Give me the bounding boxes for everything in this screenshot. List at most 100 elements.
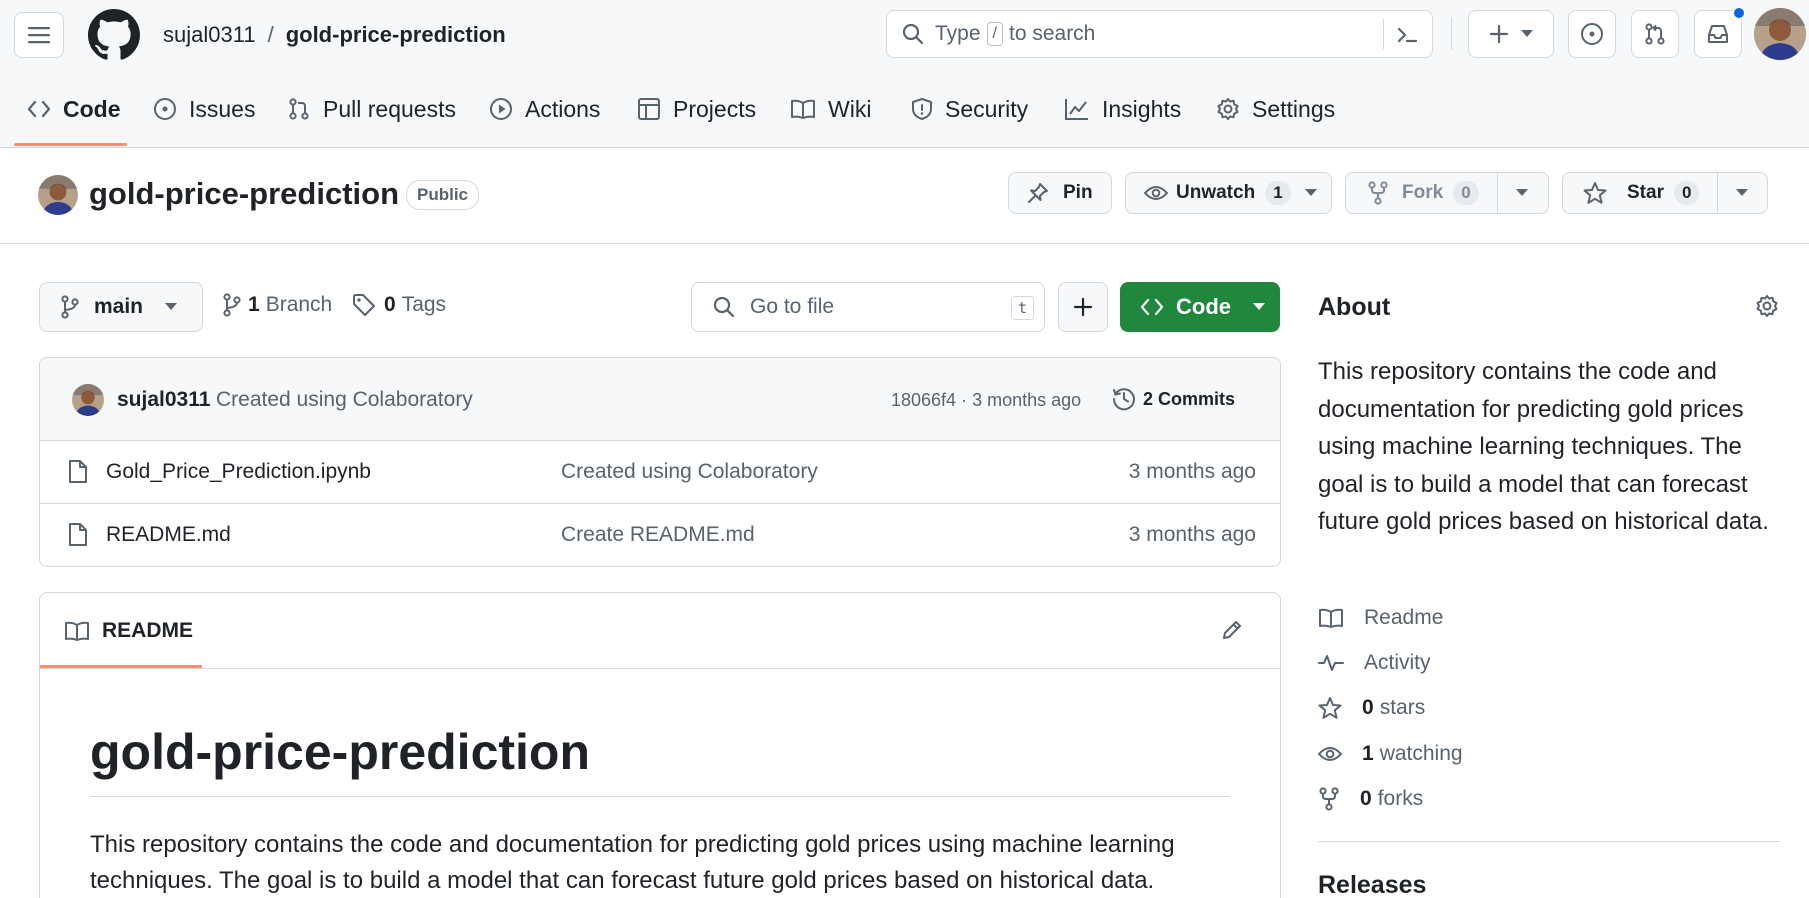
tab-code[interactable]: Code (27, 92, 121, 126)
watch-count: 1 (1265, 181, 1291, 205)
tab-settings-label: Settings (1252, 95, 1336, 122)
tag-label: Tags (401, 293, 447, 316)
commit-time: 3 months ago (972, 390, 1082, 410)
user-avatar[interactable] (1754, 8, 1806, 60)
file-time: 3 months ago (1128, 523, 1256, 546)
about-forks-label: forks (1377, 787, 1424, 810)
menu-button[interactable] (14, 12, 64, 58)
repo-owner-avatar[interactable] (38, 175, 78, 215)
avatar-icon (38, 175, 78, 215)
plus-icon (1489, 24, 1509, 44)
search-prefix: Type (935, 22, 981, 45)
file-commit-message[interactable]: Create README.md (561, 523, 755, 547)
notification-dot (1732, 6, 1746, 20)
star-icon (1318, 697, 1342, 719)
add-file-button[interactable] (1058, 282, 1108, 332)
inbox-button[interactable] (1694, 6, 1746, 58)
branches-link[interactable]: 1 Branch (222, 293, 332, 317)
commit-author-avatar[interactable] (72, 384, 104, 416)
tab-projects[interactable]: Projects (637, 92, 756, 126)
github-logo[interactable] (88, 9, 140, 61)
breadcrumb-owner[interactable]: sujal0311 (163, 22, 256, 48)
file-row[interactable]: README.md Create README.md 3 months ago (40, 503, 1280, 566)
pencil-icon[interactable] (1220, 618, 1244, 642)
file-name[interactable]: Gold_Price_Prediction.ipynb (106, 460, 371, 484)
about-activity-link[interactable]: Activity (1318, 648, 1431, 678)
readme-title-divider (90, 796, 1230, 797)
fork-divider (1497, 173, 1498, 213)
inbox-icon (1708, 25, 1728, 43)
readme-tab-label: README (102, 619, 194, 642)
fork-label: Fork (1402, 182, 1444, 203)
code-icon (1140, 298, 1164, 316)
repo-title[interactable]: gold-price-prediction (89, 176, 399, 212)
pulse-icon (1318, 655, 1344, 671)
about-readme-link[interactable]: Readme (1318, 603, 1443, 633)
about-description: This repository contains the code and do… (1318, 358, 1769, 535)
pin-button[interactable]: Pin (1008, 172, 1112, 214)
fork-icon (1368, 181, 1388, 205)
unwatch-label: Unwatch (1176, 182, 1256, 203)
search-icon (713, 296, 735, 318)
pin-label: Pin (1063, 182, 1093, 203)
commit-message[interactable]: Created using Colaboratory (216, 388, 473, 412)
commit-author[interactable]: sujal0311 (117, 388, 210, 412)
readme-tab[interactable]: README (64, 619, 193, 643)
tab-issues-label: Issues (189, 95, 256, 122)
about-stars-link[interactable]: 0 stars (1318, 693, 1425, 723)
tab-issues[interactable]: Issues (153, 92, 255, 126)
unwatch-button[interactable]: Unwatch 1 (1125, 172, 1332, 214)
tab-settings[interactable]: Settings (1216, 92, 1335, 126)
star-count: 0 (1673, 181, 1700, 205)
go-to-file-key-hint: t (1010, 296, 1034, 320)
tab-actions[interactable]: Actions (489, 92, 600, 126)
releases-title[interactable]: Releases (1318, 871, 1426, 898)
go-to-file-input[interactable]: Go to file t (691, 282, 1045, 332)
file-time: 3 months ago (1128, 460, 1256, 483)
file-name[interactable]: README.md (106, 523, 231, 547)
tab-insights[interactable]: Insights (1064, 92, 1181, 126)
search-icon (902, 23, 924, 45)
star-button[interactable]: Star 0 (1562, 172, 1768, 214)
header-divider (1451, 18, 1452, 50)
star-icon (1583, 182, 1607, 204)
visibility-badge: Public (406, 180, 480, 210)
issues-button[interactable] (1568, 10, 1616, 58)
caret-down-icon (1521, 30, 1533, 37)
shield-icon (912, 98, 932, 120)
global-search[interactable]: Type / to search (886, 10, 1433, 58)
commit-sha[interactable]: 18066f4 (891, 390, 956, 411)
branch-selector[interactable]: main (39, 282, 203, 332)
gear-icon[interactable] (1755, 294, 1779, 318)
caret-down-icon[interactable] (1736, 189, 1748, 197)
branch-count: 1 (248, 293, 260, 316)
tab-pull-requests[interactable]: Pull requests (287, 92, 456, 126)
tab-projects-label: Projects (673, 95, 757, 122)
about-stars-count: 0 (1362, 696, 1374, 719)
tags-link[interactable]: 0 Tags (352, 293, 446, 317)
about-watching-link[interactable]: 1 watching (1318, 739, 1463, 769)
file-row[interactable]: Gold_Price_Prediction.ipynb Created usin… (40, 440, 1280, 503)
command-palette-icon[interactable] (1395, 23, 1419, 47)
about-forks-link[interactable]: 0 forks (1318, 784, 1423, 814)
issue-icon (1581, 23, 1603, 45)
about-activity-label: Activity (1364, 651, 1431, 674)
code-button[interactable]: Code (1120, 282, 1280, 332)
tab-security[interactable]: Security (911, 92, 1028, 126)
commit-dot: · (961, 390, 968, 410)
tag-icon (353, 294, 375, 316)
book-icon (1319, 608, 1343, 628)
file-commit-message[interactable]: Created using Colaboratory (561, 460, 818, 484)
tab-security-label: Security (945, 95, 1029, 122)
breadcrumb-repo[interactable]: gold-price-prediction (286, 22, 506, 48)
create-new-button[interactable] (1468, 10, 1554, 58)
pull-requests-button[interactable] (1631, 10, 1679, 58)
fork-button[interactable]: Fork 0 (1345, 172, 1549, 214)
tab-wiki[interactable]: Wiki (790, 92, 871, 126)
table-icon (638, 98, 660, 120)
top-header: sujal0311 / gold-price-prediction Type /… (0, 0, 1809, 148)
go-to-file-placeholder: Go to file (750, 295, 835, 318)
commits-link[interactable]: 2 Commits (1111, 386, 1235, 412)
caret-down-icon[interactable] (1516, 189, 1528, 197)
avatar-icon (1754, 8, 1806, 60)
